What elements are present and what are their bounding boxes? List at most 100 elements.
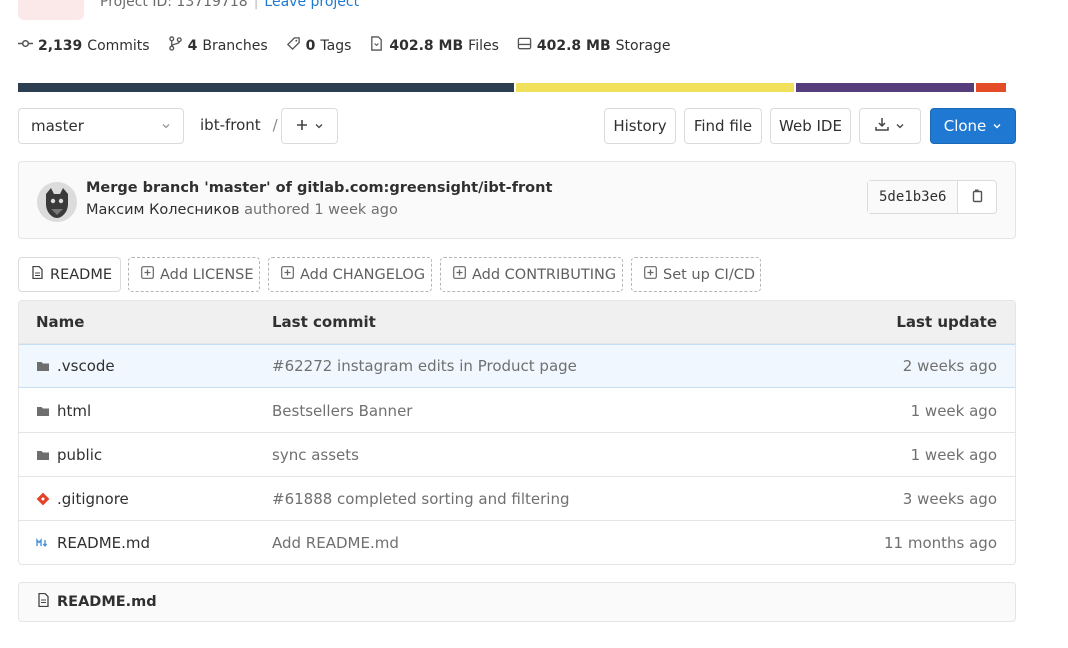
project-id: Project ID: 13719718 (100, 0, 248, 10)
project-stats: 2,139 Commits 4 Branches 0 Tags 402.8 MB Fil… (18, 36, 670, 55)
git-icon (36, 492, 50, 506)
commits-stat[interactable]: 2,139 Commits (18, 36, 150, 55)
plus-square-icon (281, 266, 294, 283)
last-commit-panel: Merge branch 'master' of gitlab.com:gree… (18, 161, 1016, 239)
files-stat[interactable]: 402.8 MB Files (369, 36, 499, 55)
tags-count: 0 (305, 37, 316, 54)
chevron-down-icon (314, 117, 324, 135)
readme-file-name[interactable]: README.md (57, 594, 157, 610)
table-row[interactable]: README.md Add README.md 11 months ago (19, 521, 1015, 564)
repository-language-bar[interactable] (18, 83, 1016, 92)
readme-file-header: README.md (18, 582, 1016, 622)
language-segment[interactable] (516, 83, 794, 92)
storage-icon (517, 36, 532, 55)
folder-icon (36, 404, 50, 418)
tags-stat[interactable]: 0 Tags (286, 36, 352, 55)
file-name: html (57, 401, 92, 420)
file-name-cell[interactable]: README.md (36, 521, 151, 564)
header-last-update: Last update (896, 313, 997, 331)
commits-count: 2,139 (38, 37, 83, 54)
updated-time: 2 weeks ago (902, 357, 997, 375)
plus-icon (296, 117, 308, 135)
setup-cicd-label: Set up CI/CD (663, 266, 755, 283)
table-row[interactable]: public sync assets 1 week ago (19, 433, 1015, 477)
storage-stat: 402.8 MB Storage (517, 36, 670, 55)
tag-icon (286, 36, 301, 55)
file-name-cell[interactable]: .gitignore (36, 477, 129, 520)
table-row[interactable]: .vscode #62272 instagram edits in Produc… (19, 344, 1015, 388)
history-button[interactable]: History (604, 108, 676, 144)
language-segment[interactable] (18, 83, 514, 92)
commit-author[interactable]: Максим Колесников (86, 202, 240, 218)
files-label: Files (468, 37, 499, 54)
add-changelog-label: Add CHANGELOG (300, 266, 426, 283)
branches-stat[interactable]: 4 Branches (168, 36, 268, 55)
file-name-cell[interactable]: public (36, 433, 102, 476)
file-name: public (57, 445, 103, 464)
commit-message-link[interactable]: Add README.md (272, 521, 399, 564)
commit-message-link[interactable]: sync assets (272, 433, 359, 476)
add-contributing-button[interactable]: Add CONTRIBUTING (440, 257, 623, 292)
copy-icon (970, 188, 984, 207)
find-file-button[interactable]: Find file (684, 108, 762, 144)
copy-sha-button[interactable] (958, 181, 996, 213)
branch-icon (168, 36, 183, 55)
avatar[interactable] (37, 182, 77, 222)
folder-icon (36, 359, 50, 373)
table-row[interactable]: html Bestsellers Banner 1 week ago (19, 389, 1015, 433)
folder-icon (36, 448, 50, 462)
add-license-label: Add LICENSE (160, 266, 254, 283)
updated-time: 1 week ago (910, 445, 997, 464)
table-header: Name Last commit Last update (19, 301, 1015, 344)
table-row[interactable]: .gitignore #61888 completed sorting and … (19, 477, 1015, 521)
storage-size: 402.8 MB (536, 37, 611, 54)
file-name-cell[interactable]: .vscode (36, 345, 115, 387)
header-last-commit: Last commit (272, 313, 376, 331)
updated-time: 11 months ago (883, 534, 997, 552)
language-segment[interactable] (795, 83, 975, 92)
commit-icon (18, 36, 33, 55)
branch-selector[interactable]: master (18, 108, 184, 144)
file-name-cell[interactable]: html (36, 389, 91, 432)
commit-time: 1 week ago (314, 202, 398, 218)
clone-button[interactable]: Clone (930, 108, 1016, 144)
download-button[interactable] (859, 108, 921, 144)
commits-label: Commits (87, 37, 150, 54)
updated-time: 3 weeks ago (902, 489, 997, 508)
commit-message-link[interactable]: #61888 completed sorting and filtering (272, 477, 570, 520)
updated-time: 1 week ago (910, 401, 997, 420)
tags-label: Tags (320, 37, 352, 54)
readme-button[interactable]: README (18, 257, 121, 292)
plus-square-icon (453, 266, 466, 283)
files-icon (369, 36, 384, 55)
files-size: 402.8 MB (389, 37, 464, 54)
commit-sha[interactable]: 5de1b3e6 (868, 181, 959, 213)
plus-square-icon (644, 266, 657, 283)
plus-square-icon (141, 266, 154, 283)
leave-project-link[interactable]: Leave project (264, 0, 359, 10)
web-ide-button[interactable]: Web IDE (770, 108, 851, 144)
file-icon (31, 265, 44, 283)
readme-button-label: README (50, 266, 112, 283)
setup-cicd-button[interactable]: Set up CI/CD (631, 257, 761, 292)
branches-count: 4 (187, 37, 198, 54)
file-name: README.md (57, 534, 151, 552)
breadcrumb-root[interactable]: ibt-front (200, 116, 261, 134)
chevron-down-icon (895, 117, 905, 135)
commit-message-link[interactable]: #62272 instagram edits in Product page (272, 345, 577, 387)
commit-meta: Максим Колесников authored 1 week ago (86, 202, 398, 218)
add-license-button[interactable]: Add LICENSE (128, 257, 260, 292)
add-to-tree-button[interactable] (281, 108, 338, 144)
markdown-icon (36, 536, 50, 550)
file-icon (37, 592, 50, 611)
add-contributing-label: Add CONTRIBUTING (472, 266, 617, 283)
commit-title[interactable]: Merge branch 'master' of gitlab.com:gree… (86, 180, 552, 196)
chevron-down-icon (992, 117, 1002, 135)
project-id-line: Project ID: 13719718 | Leave project (100, 0, 359, 10)
commit-message-link[interactable]: Bestsellers Banner (272, 389, 412, 432)
branches-label: Branches (202, 37, 268, 54)
language-segment[interactable] (976, 83, 1007, 92)
add-changelog-button[interactable]: Add CHANGELOG (268, 257, 432, 292)
file-name: .vscode (57, 357, 115, 375)
file-tree-table: Name Last commit Last update .vscode #62… (18, 300, 1016, 565)
